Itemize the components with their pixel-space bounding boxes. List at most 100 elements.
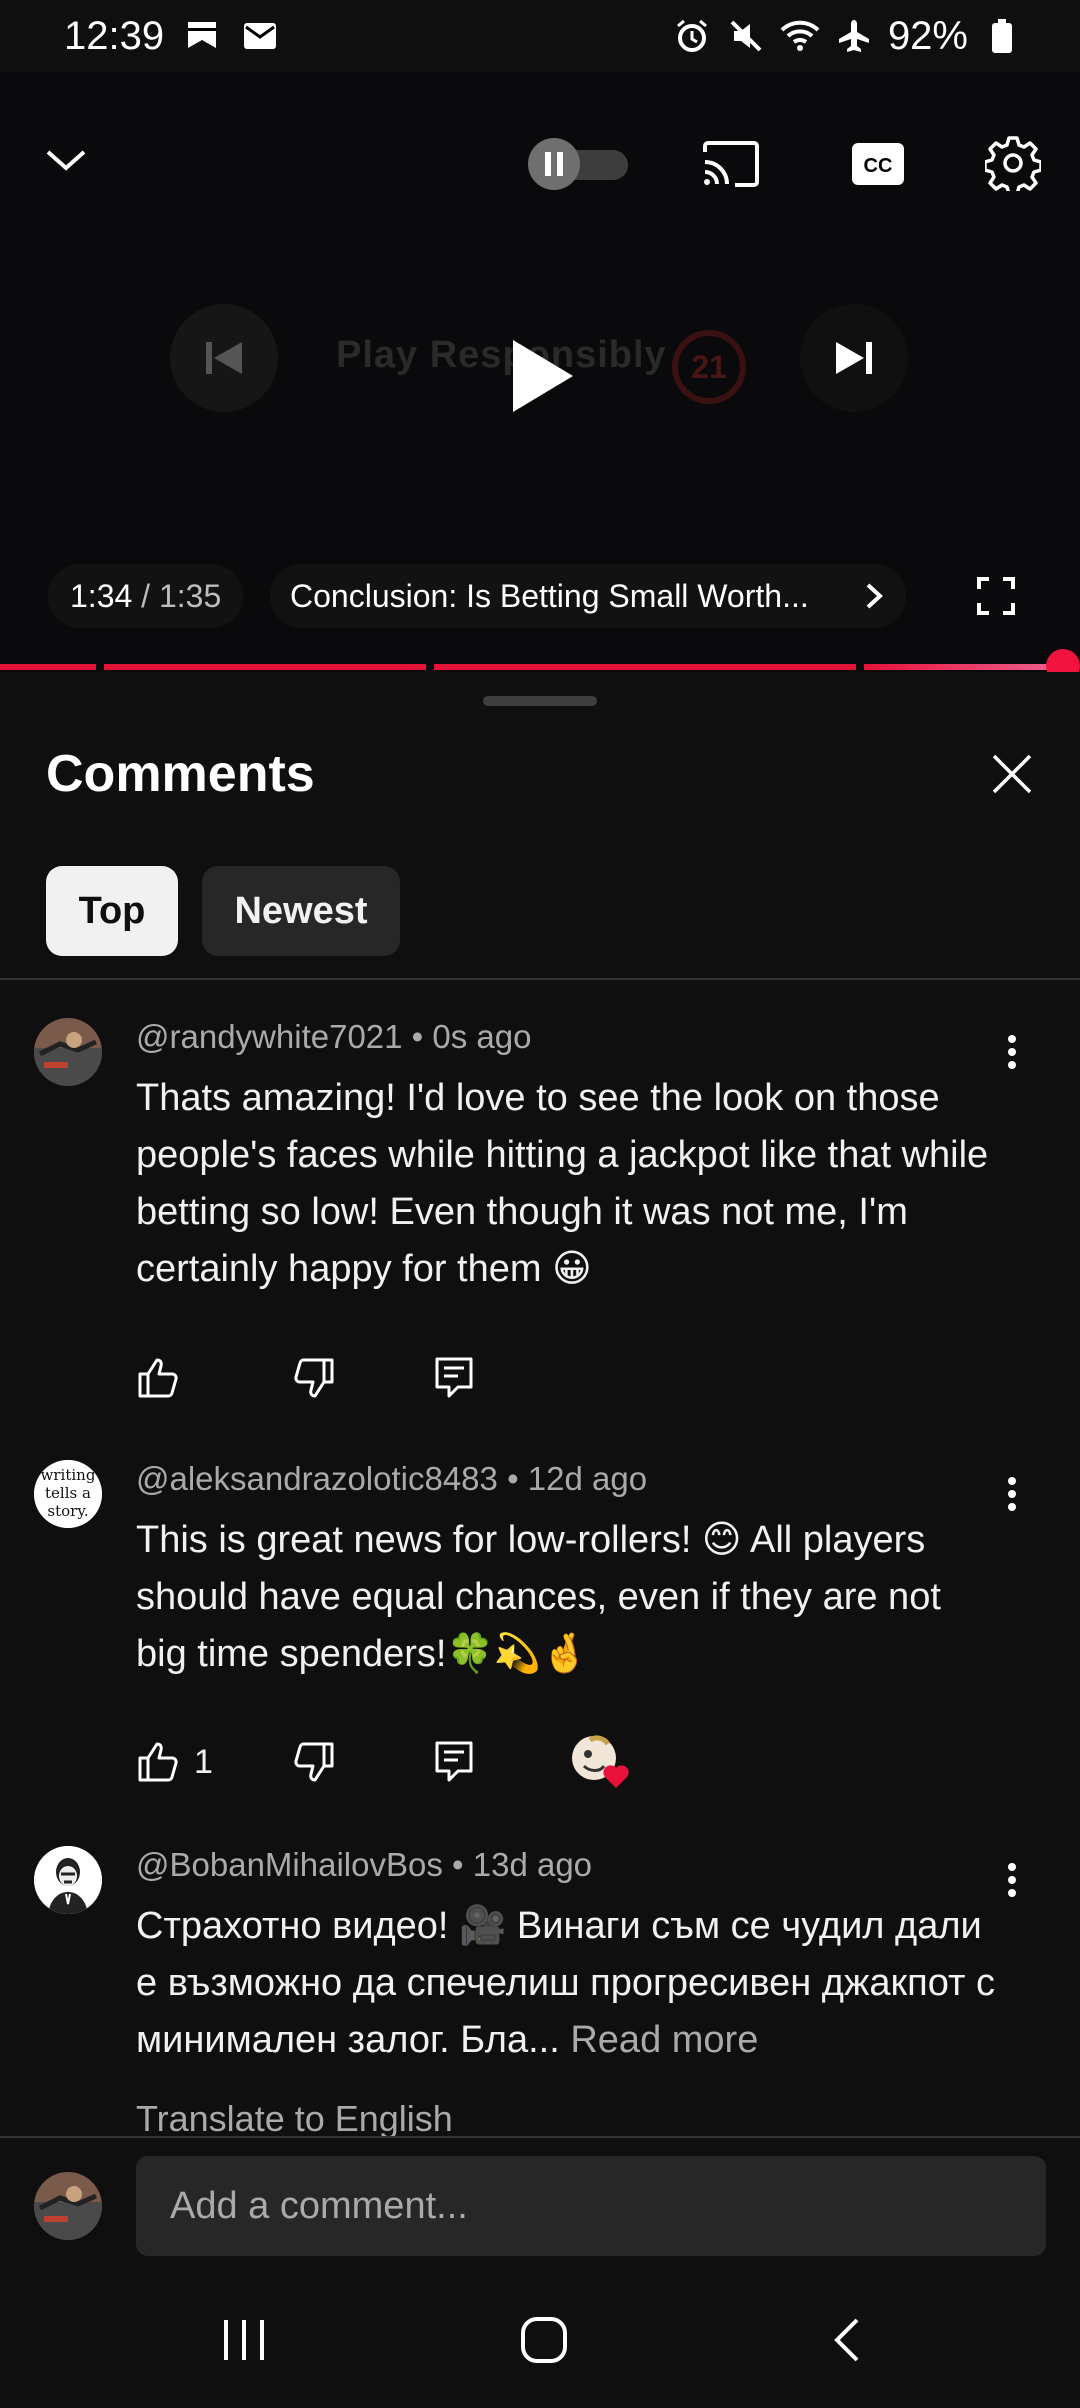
recents-icon xyxy=(224,2320,264,2360)
thumb-down-icon xyxy=(294,1358,334,1398)
autoplay-toggle[interactable] xyxy=(528,138,628,190)
fullscreen-icon xyxy=(977,577,1015,615)
age-badge: 21 xyxy=(672,330,746,404)
skip-previous-icon xyxy=(206,342,242,374)
read-more-link[interactable]: Read more xyxy=(570,2019,758,2061)
reply-button[interactable] xyxy=(434,1348,474,1408)
play-icon xyxy=(513,340,573,412)
sort-chip-newest[interactable]: Newest xyxy=(202,866,400,956)
fullscreen-button[interactable] xyxy=(966,566,1026,626)
comment-text: This is great news for low-rollers! 😊 Al… xyxy=(136,1519,941,1675)
time-display[interactable]: 1:34 / 1:35 xyxy=(48,564,244,628)
previous-button[interactable] xyxy=(170,304,278,412)
back-icon xyxy=(834,2318,859,2362)
chapter-button[interactable]: Conclusion: Is Betting Small Worth... xyxy=(270,564,906,628)
cc-icon: CC xyxy=(852,143,904,185)
chapter-title: Conclusion: Is Betting Small Worth... xyxy=(290,577,809,614)
reply-button[interactable] xyxy=(434,1732,474,1792)
comment-text: Thats amazing! I'd love to see the look … xyxy=(136,1077,989,1290)
reply-icon xyxy=(435,1357,473,1398)
cast-button[interactable] xyxy=(696,132,766,196)
home-button[interactable] xyxy=(494,2290,594,2390)
chevron-down-icon xyxy=(46,150,86,171)
add-comment-input[interactable]: Add a comment... xyxy=(136,2156,1046,2256)
svg-text:tells a: tells a xyxy=(45,1484,91,1502)
cast-icon xyxy=(703,141,759,187)
dislike-button[interactable] xyxy=(292,1732,336,1792)
recents-button[interactable] xyxy=(194,2290,294,2390)
settings-button[interactable] xyxy=(980,130,1046,196)
progress-bar[interactable] xyxy=(0,649,1080,672)
divider xyxy=(0,978,1080,980)
avatar[interactable]: writing tells a story. xyxy=(34,1460,102,1528)
time-separator: / xyxy=(141,577,151,614)
back-button[interactable] xyxy=(796,2290,896,2390)
like-button[interactable]: 1 xyxy=(136,1732,213,1792)
skip-next-icon xyxy=(836,342,872,374)
user-avatar[interactable] xyxy=(34,2172,102,2240)
play-button[interactable] xyxy=(462,296,622,456)
mute-icon xyxy=(726,16,766,56)
comment-menu-button[interactable] xyxy=(990,1852,1034,1908)
comment-time: 13d ago xyxy=(472,1846,593,1883)
like-button[interactable] xyxy=(136,1348,180,1408)
video-player[interactable]: CC Play Responsibly 21 1:34 / 1:35 Concl… xyxy=(0,72,1080,672)
heart-icon xyxy=(603,1765,629,1788)
status-time: 12:39 xyxy=(64,13,165,58)
comment-menu-button[interactable] xyxy=(990,1466,1034,1522)
comment-text: Страхотно видео! 🎥 Винаги съм се чудил д… xyxy=(136,1905,995,2061)
reply-icon xyxy=(435,1741,473,1782)
status-bar: 12:39 92% xyxy=(0,0,1080,72)
current-time: 1:34 xyxy=(70,577,133,614)
translate-link[interactable]: Translate to English xyxy=(136,2098,453,2140)
thumb-down-icon xyxy=(294,1742,334,1782)
next-button[interactable] xyxy=(800,304,908,412)
svg-text:story.: story. xyxy=(47,1502,88,1520)
drag-handle[interactable] xyxy=(483,696,597,706)
mail-icon xyxy=(240,16,280,56)
like-count: 1 xyxy=(194,1742,213,1781)
comment-menu-button[interactable] xyxy=(990,1024,1034,1080)
captions-button[interactable]: CC xyxy=(848,132,908,196)
duration: 1:35 xyxy=(158,577,222,614)
battery-percent: 92% xyxy=(887,13,968,58)
comment-composer: Add a comment... xyxy=(0,2136,1080,2258)
creator-heart-badge xyxy=(570,1732,632,1792)
alarm-icon xyxy=(672,16,712,56)
battery-icon xyxy=(982,16,1022,56)
divider xyxy=(0,2136,1080,2138)
chevron-right-icon xyxy=(866,583,883,609)
thumb-up-icon xyxy=(138,1358,178,1398)
more-vert-icon xyxy=(1008,1477,1016,1511)
home-icon xyxy=(521,2317,567,2363)
sort-chip-top[interactable]: Top xyxy=(46,866,178,956)
more-vert-icon xyxy=(1008,1863,1016,1897)
svg-text:CC: CC xyxy=(864,155,893,177)
comment-actions: 1 xyxy=(136,1732,656,1792)
close-button[interactable] xyxy=(982,744,1042,804)
pause-icon xyxy=(528,138,580,190)
comment-meta: @aleksandrazolotic8483 • 12d ago xyxy=(136,1460,648,1497)
minimize-button[interactable] xyxy=(36,130,96,190)
avatar[interactable] xyxy=(34,1018,102,1086)
comment-meta: @BobanMihailovBos • 13d ago xyxy=(136,1846,593,1883)
avatar[interactable] xyxy=(34,1846,102,1914)
gear-icon xyxy=(985,136,1041,191)
comment-actions xyxy=(136,1348,536,1408)
notification-icon xyxy=(182,16,222,56)
system-navigation-bar xyxy=(0,2260,1080,2408)
comment-time: 0s ago xyxy=(432,1018,532,1055)
panel-title: Comments xyxy=(46,745,315,803)
comment-time: 12d ago xyxy=(527,1460,648,1497)
comment-meta: @randywhite7021 • 0s ago xyxy=(136,1018,532,1055)
svg-text:writing: writing xyxy=(41,1466,96,1484)
more-vert-icon xyxy=(1008,1035,1016,1069)
airplane-icon xyxy=(834,16,874,56)
thumb-up-icon xyxy=(138,1742,178,1782)
comment-author[interactable]: @randywhite7021 xyxy=(136,1018,403,1055)
close-icon xyxy=(992,754,1032,794)
scrubber-handle[interactable] xyxy=(1046,649,1080,672)
comment-author[interactable]: @aleksandrazolotic8483 xyxy=(136,1460,498,1497)
comment-author[interactable]: @BobanMihailovBos xyxy=(136,1846,443,1883)
dislike-button[interactable] xyxy=(292,1348,336,1408)
